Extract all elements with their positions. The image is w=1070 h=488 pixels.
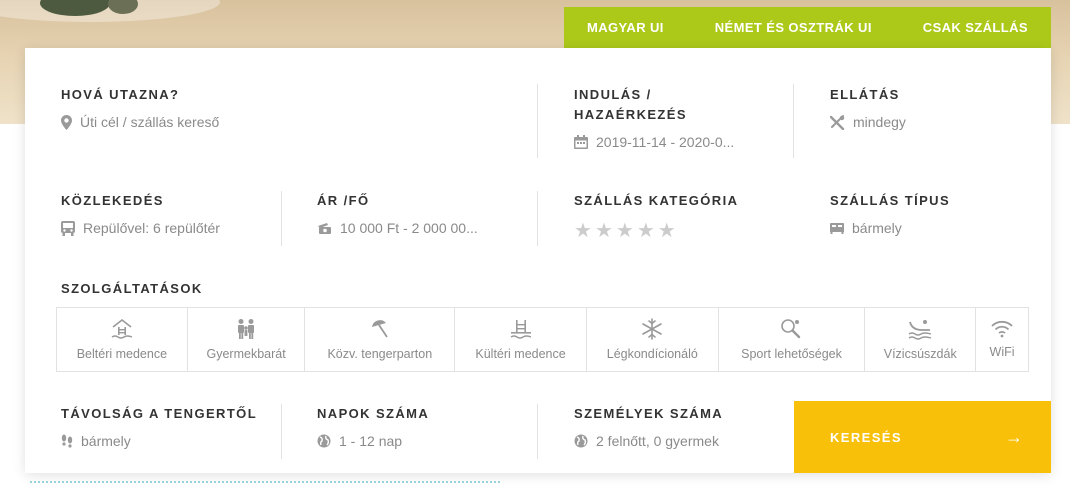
family-icon xyxy=(238,319,255,339)
destination-placeholder: Úti cél / szállás kereső xyxy=(80,114,220,130)
accommodation-type-value: bármely xyxy=(852,220,902,236)
service-label: Légkondícionáló xyxy=(606,347,698,361)
divider xyxy=(793,84,794,158)
people-label: SZEMÉLYEK SZÁMA xyxy=(574,406,724,421)
service-wifi[interactable]: WiFi xyxy=(976,308,1028,371)
footsteps-icon xyxy=(61,434,73,448)
service-label: Közv. tengerparton xyxy=(327,347,433,361)
destination-label: HOVÁ UTAZNA? xyxy=(61,87,180,102)
people-field[interactable]: SZEMÉLYEK SZÁMA 2 felnőtt, 0 gyermek xyxy=(574,404,789,449)
days-select[interactable]: 1 - 12 nap xyxy=(317,433,532,449)
service-indoor-pool[interactable]: Beltéri medence xyxy=(57,308,188,371)
divider xyxy=(537,191,538,246)
services-list: Beltéri medence Gyermekbarát Közv. tenge… xyxy=(56,307,1029,372)
wifi-icon xyxy=(991,320,1013,338)
star-icon[interactable]: ★ xyxy=(574,221,592,241)
service-water-slides[interactable]: Vízicsúszdák xyxy=(865,308,977,371)
star-icon[interactable]: ★ xyxy=(595,221,613,241)
tab-nemet-osztrak-ui[interactable]: NÉMET ÉS OSZTRÁK UI xyxy=(715,20,872,35)
service-sports[interactable]: Sport lehetőségek xyxy=(719,308,866,371)
indoor-pool-icon xyxy=(111,318,133,339)
service-label: Gyermekbarát xyxy=(206,347,286,361)
search-form: HOVÁ UTAZNA? Úti cél / szállás kereső IN… xyxy=(25,48,1051,473)
money-icon xyxy=(318,223,331,234)
services-field: SZOLGÁLTATÁSOK xyxy=(61,279,203,299)
category-label: SZÁLLÁS KATEGÓRIA xyxy=(574,193,739,208)
star-icon[interactable]: ★ xyxy=(637,221,655,241)
board-label: ELLÁTÁS xyxy=(830,87,900,102)
price-select[interactable]: 10 000 Ft - 2 000 00... xyxy=(317,220,532,236)
map-pin-icon xyxy=(61,114,72,130)
star-rating[interactable]: ★ ★ ★ ★ ★ xyxy=(574,221,789,241)
transport-label: KÖZLEKEDÉS xyxy=(61,193,164,208)
divider xyxy=(281,191,282,246)
service-outdoor-pool[interactable]: Kültéri medence xyxy=(455,308,587,371)
star-icon[interactable]: ★ xyxy=(616,221,634,241)
board-select[interactable]: mindegy xyxy=(830,114,1030,130)
accommodation-type-label: SZÁLLÁS TÍPUS xyxy=(830,193,951,208)
distance-label: TÁVOLSÁG A TENGERTŐL xyxy=(61,406,258,421)
globe-icon xyxy=(574,434,588,448)
star-icon[interactable]: ★ xyxy=(658,221,676,241)
distance-select[interactable]: bármely xyxy=(61,433,281,449)
search-label: KERESÉS xyxy=(830,429,902,445)
service-family[interactable]: Gyermekbarát xyxy=(188,308,306,371)
destination-input[interactable]: Úti cél / szállás kereső xyxy=(61,114,531,130)
service-label: Beltéri medence xyxy=(76,347,168,361)
search-button[interactable]: KERESÉS → xyxy=(794,401,1051,473)
bus-icon xyxy=(61,220,75,236)
transport-select[interactable]: Repülővel: 6 repülőtér xyxy=(61,220,281,236)
tab-magyar-ui[interactable]: MAGYAR UI xyxy=(587,20,664,35)
accommodation-type-field[interactable]: SZÁLLÁS TÍPUS bármely xyxy=(830,191,1030,236)
dates-label-line1: INDULÁS / xyxy=(574,87,652,102)
dates-field[interactable]: INDULÁS / HAZAÉRKEZÉS 2019-11-14 - 2020-… xyxy=(574,85,784,150)
days-field[interactable]: NAPOK SZÁMA 1 - 12 nap xyxy=(317,404,532,449)
cutlery-icon xyxy=(830,114,845,130)
days-label: NAPOK SZÁMA xyxy=(317,406,430,421)
outdoor-pool-icon xyxy=(510,320,531,339)
page-content-hint xyxy=(30,481,500,485)
service-label: Sport lehetőségek xyxy=(741,347,842,361)
dates-input[interactable]: 2019-11-14 - 2020-0... xyxy=(574,134,784,150)
destination-field[interactable]: HOVÁ UTAZNA? Úti cél / szállás kereső xyxy=(61,85,531,130)
service-beach[interactable]: Közv. tengerparton xyxy=(305,308,456,371)
service-label: Vízicsúszdák xyxy=(883,347,957,361)
price-field[interactable]: ÁR /FŐ 10 000 Ft - 2 000 00... xyxy=(317,191,532,236)
transport-value: Repülővel: 6 repülőtér xyxy=(83,220,220,236)
divider xyxy=(281,404,282,459)
dates-label-line2: HAZAÉRKEZÉS xyxy=(574,107,687,122)
tennis-icon xyxy=(781,319,801,339)
people-select[interactable]: 2 felnőtt, 0 gyermek xyxy=(574,433,789,449)
calendar-icon xyxy=(574,135,588,149)
globe-icon xyxy=(317,434,331,448)
tab-bar: MAGYAR UI NÉMET ÉS OSZTRÁK UI CSAK SZÁLL… xyxy=(564,7,1051,48)
distance-field[interactable]: TÁVOLSÁG A TENGERTŐL bármely xyxy=(61,404,281,449)
transport-field[interactable]: KÖZLEKEDÉS Repülővel: 6 repülőtér xyxy=(61,191,281,236)
price-label: ÁR /FŐ xyxy=(317,193,370,208)
snowflake-icon xyxy=(642,318,663,340)
bed-icon xyxy=(830,222,844,234)
tab-csak-szallas[interactable]: CSAK SZÁLLÁS xyxy=(923,20,1028,35)
price-value: 10 000 Ft - 2 000 00... xyxy=(340,220,478,236)
distance-value: bármely xyxy=(81,433,131,449)
beach-umbrella-icon xyxy=(371,320,388,338)
service-air-conditioning[interactable]: Légkondícionáló xyxy=(587,308,719,371)
board-value: mindegy xyxy=(853,114,906,130)
days-value: 1 - 12 nap xyxy=(339,433,403,449)
people-value: 2 felnőtt, 0 gyermek xyxy=(596,433,719,449)
service-label: WiFi xyxy=(989,345,1015,359)
services-label: SZOLGÁLTATÁSOK xyxy=(61,281,203,296)
service-label: Kültéri medence xyxy=(475,347,566,361)
divider xyxy=(537,404,538,459)
category-field[interactable]: SZÁLLÁS KATEGÓRIA ★ ★ ★ ★ ★ xyxy=(574,191,789,241)
arrow-right-icon: → xyxy=(1005,426,1023,447)
dates-value: 2019-11-14 - 2020-0... xyxy=(596,134,735,150)
board-field[interactable]: ELLÁTÁS mindegy xyxy=(830,85,1030,130)
accommodation-type-select[interactable]: bármely xyxy=(830,220,1030,236)
water-slide-icon xyxy=(908,320,932,340)
divider xyxy=(537,84,538,158)
